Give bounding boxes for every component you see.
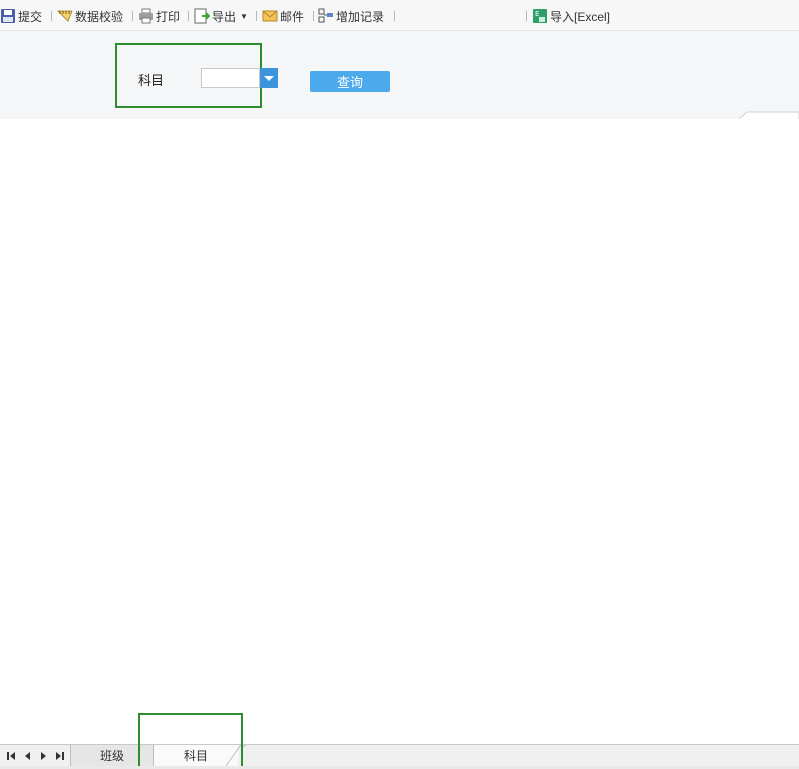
last-sheet-icon[interactable] bbox=[53, 749, 65, 763]
toolbar-separator bbox=[313, 11, 314, 21]
save-icon bbox=[1, 9, 15, 23]
panel-collapse-handle[interactable] bbox=[739, 111, 799, 119]
submit-label: 提交 bbox=[18, 9, 43, 24]
add-record-button[interactable]: 增加记录 bbox=[318, 7, 384, 25]
report-content bbox=[0, 119, 799, 744]
toolbar-separator bbox=[256, 11, 257, 21]
toolbar-separator bbox=[132, 11, 133, 21]
first-sheet-icon[interactable] bbox=[6, 749, 18, 763]
sheet-tab-bar: 班级 科目 bbox=[0, 744, 799, 766]
add-record-icon bbox=[318, 8, 333, 23]
next-sheet-icon[interactable] bbox=[37, 749, 49, 763]
toolbar: 提交 数据校验 打印 导出 ▼ 邮件 增加记录 E 导入[Excel] bbox=[0, 0, 799, 31]
toolbar-separator bbox=[188, 11, 189, 21]
subject-dropdown-button[interactable] bbox=[260, 68, 278, 88]
excel-icon: E bbox=[533, 9, 547, 23]
email-label: 邮件 bbox=[280, 9, 305, 24]
highlight-frame-sheet-tab bbox=[138, 713, 243, 768]
import-excel-label: 导入[Excel] bbox=[550, 9, 611, 24]
query-button[interactable]: 查询 bbox=[310, 71, 390, 92]
import-excel-button[interactable]: E 导入[Excel] bbox=[532, 7, 610, 25]
email-button[interactable]: 邮件 bbox=[262, 7, 304, 25]
add-record-label: 增加记录 bbox=[336, 9, 385, 24]
toolbar-separator bbox=[51, 11, 52, 21]
print-button[interactable]: 打印 bbox=[138, 7, 180, 25]
chevron-down-icon[interactable]: ▼ bbox=[240, 12, 248, 21]
data-validation-label: 数据校验 bbox=[75, 9, 124, 24]
toolbar-separator bbox=[394, 11, 395, 21]
print-label: 打印 bbox=[156, 9, 181, 24]
export-label: 导出 bbox=[212, 9, 237, 24]
subject-combobox-input[interactable] bbox=[201, 68, 260, 88]
export-icon bbox=[194, 8, 210, 24]
export-button[interactable]: 导出 ▼ bbox=[194, 7, 248, 25]
printer-icon bbox=[139, 8, 153, 24]
subject-label: 科目 bbox=[138, 73, 165, 88]
envelope-icon bbox=[262, 10, 278, 22]
ruler-icon bbox=[57, 10, 73, 22]
toolbar-separator bbox=[526, 11, 527, 21]
svg-text:E: E bbox=[535, 10, 539, 18]
triangle-down-icon bbox=[264, 75, 274, 81]
prev-sheet-icon[interactable] bbox=[22, 749, 34, 763]
data-validation-button[interactable]: 数据校验 bbox=[57, 7, 123, 25]
submit-button[interactable]: 提交 bbox=[0, 7, 42, 25]
